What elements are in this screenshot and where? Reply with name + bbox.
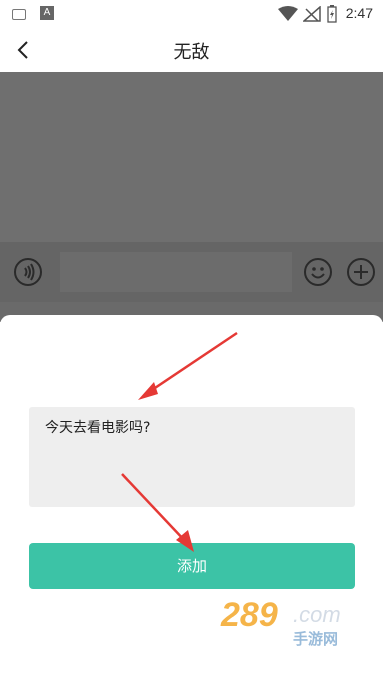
message-input[interactable] (60, 252, 292, 292)
wifi-icon (278, 6, 298, 21)
svg-text:289: 289 (220, 596, 278, 634)
svg-text:手游网: 手游网 (293, 630, 338, 648)
plus-icon[interactable] (346, 257, 376, 287)
annotation-arrow-icon (138, 331, 238, 400)
clock: 2:47 (345, 5, 373, 21)
chat-area-dimmed (0, 72, 383, 242)
app-header: 无敌 (0, 28, 383, 72)
font-a-icon: A (40, 6, 54, 20)
watermark-logo: 289 .com 手游网 (220, 596, 341, 648)
emoji-icon[interactable] (303, 257, 333, 287)
chat-input-bar (0, 242, 383, 302)
page-title: 无敌 (173, 42, 210, 63)
svg-text:.com: .com (293, 602, 341, 627)
annotation-arrow-icon (121, 473, 194, 552)
battery-charging-icon (327, 5, 337, 23)
status-bar: A 2:47 (0, 0, 383, 28)
voice-icon[interactable] (13, 257, 43, 287)
keyboard-icon (12, 9, 26, 20)
signal-off-icon (303, 6, 321, 22)
